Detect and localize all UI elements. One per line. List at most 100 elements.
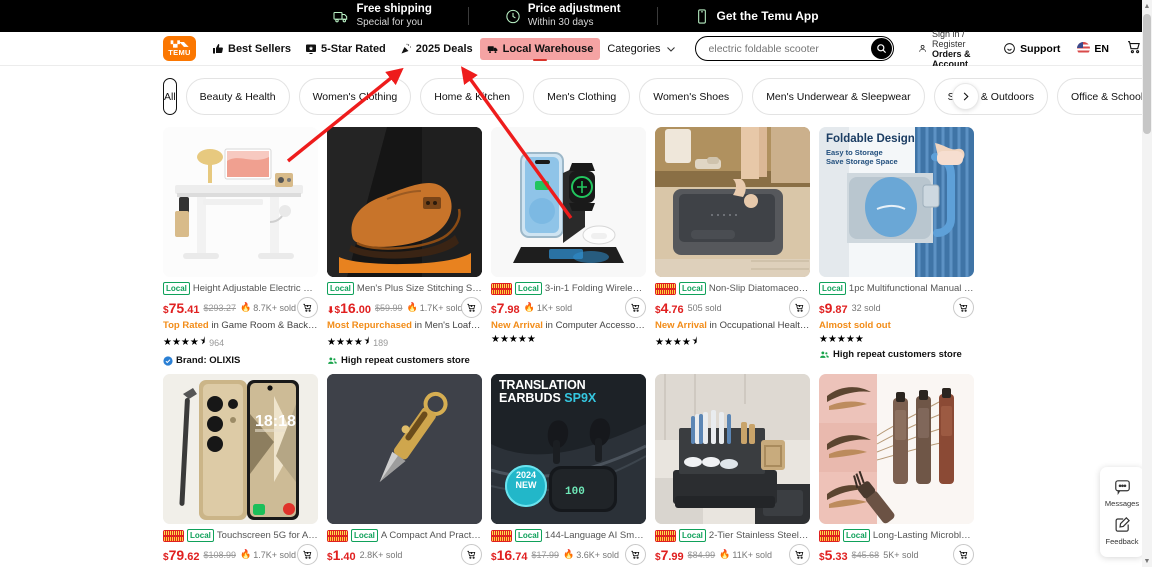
cart-plus-icon: [959, 303, 968, 312]
chat-bubble-icon: [1114, 480, 1130, 496]
page-scrollbar[interactable]: ▲ ▼: [1142, 0, 1152, 567]
product-card[interactable]: Local Men's Plus Size Stitching Slip-On …: [327, 127, 482, 366]
product-price-row: ⬇$16.00 $59.99 🔥 1.7K+ sold: [327, 297, 482, 318]
product-card[interactable]: 100 TRANSLATION EARBUDS SP9X 2024 NEW Lo…: [491, 374, 646, 565]
product-tagline: New Arrival in Computer Accessories: [491, 320, 646, 331]
product-title-row: Local A Compact And Practical Mi...: [327, 529, 482, 542]
category-chip-mens-clothing[interactable]: Men's Clothing: [533, 78, 631, 115]
product-card[interactable]: Foldable Design Easy to Storage Save Sto…: [819, 127, 974, 366]
svg-text:100: 100: [565, 486, 585, 498]
product-image-dish-rack[interactable]: [655, 374, 810, 524]
nav-item-best-sellers[interactable]: Best Sellers: [205, 38, 298, 60]
messages-button[interactable]: Messages: [1100, 474, 1144, 512]
product-card[interactable]: Local Non-Slip Diatomaceous Eart... $4.7…: [655, 127, 810, 366]
temu-logo[interactable]: ▚▞◥◣ TEMU: [163, 36, 196, 61]
account-signin-label: Sign in / Register: [932, 28, 966, 49]
search-input[interactable]: [708, 42, 879, 55]
add-to-cart-button[interactable]: [297, 544, 318, 565]
product-card[interactable]: Local A Compact And Practical Mi... $1.4…: [327, 374, 482, 565]
category-chip-home-kitchen[interactable]: Home & Kitchen: [420, 78, 525, 115]
product-card[interactable]: 18:18 Local Touchscreen 5G for Android..…: [163, 374, 318, 565]
feedback-pencil-icon: [1115, 516, 1130, 532]
topbar-item-free-shipping[interactable]: Free shipping Special for you: [297, 0, 467, 32]
add-to-cart-button[interactable]: [789, 297, 810, 318]
product-title: Height Adjustable Electric Standing ...: [192, 283, 318, 294]
nav-label: 2025 Deals: [415, 42, 473, 55]
product-price-row: $7.99 $84.99 🔥 11K+ sold: [655, 544, 810, 565]
cart-plus-icon: [467, 550, 476, 559]
category-chip-office-school-supplies[interactable]: Office & School Supplies: [1056, 78, 1152, 115]
cart-button[interactable]: [1126, 39, 1142, 58]
category-chip-all[interactable]: All: [163, 78, 177, 115]
category-chip-sports-outdoors[interactable]: Sports & Outdoors: [933, 78, 1048, 115]
price-drop-icon: ⬇: [327, 304, 335, 315]
category-chip-womens-shoes[interactable]: Women's Shoes: [639, 78, 744, 115]
add-to-cart-button[interactable]: [953, 297, 974, 318]
smartphone-art: 18:18: [163, 374, 318, 524]
account-menu[interactable]: Sign in / Register Orders & Account: [918, 29, 986, 69]
product-old-price: $45.68: [851, 549, 880, 560]
product-card[interactable]: Local 2-Tier Stainless Steel SOQO ... $7…: [655, 374, 810, 565]
review-count: 964: [209, 337, 225, 348]
header-right-actions: Sign in / Register Orders & Account Supp…: [918, 29, 1142, 69]
product-image-standing-desk[interactable]: [163, 127, 318, 277]
product-sold-count: 🔥 1.7K+ sold: [406, 302, 463, 313]
product-card[interactable]: Local 3-in-1 Folding Wireless Cha... $7.…: [491, 127, 646, 366]
add-to-cart-button[interactable]: [789, 544, 810, 565]
local-badge: Local: [351, 529, 378, 542]
product-image-diatomaceous-mat[interactable]: [655, 127, 810, 277]
product-image-brass-knife[interactable]: [327, 374, 482, 524]
add-to-cart-button[interactable]: [953, 544, 974, 565]
add-to-cart-button[interactable]: [461, 297, 482, 318]
product-sold-count: 🔥 3.6K+ sold: [562, 549, 619, 560]
product-image-translation-earbuds[interactable]: 100 TRANSLATION EARBUDS SP9X 2024 NEW: [491, 374, 646, 524]
product-price: $1.40: [327, 546, 356, 563]
topbar-item-price-adjustment[interactable]: Price adjustment Within 30 days: [469, 0, 657, 32]
category-chip-womens-clothing[interactable]: Women's Clothing: [298, 78, 412, 115]
add-to-cart-button[interactable]: [297, 297, 318, 318]
support-menu[interactable]: Support: [1003, 42, 1060, 55]
feedback-button[interactable]: Feedback: [1100, 512, 1144, 550]
nav-item-local-warehouse[interactable]: Local Warehouse: [479, 37, 601, 60]
nav-label: Local Warehouse: [502, 42, 594, 55]
product-image-leather-shoe[interactable]: [327, 127, 482, 277]
add-to-cart-button[interactable]: [461, 544, 482, 565]
scroll-up-arrow[interactable]: ▲: [1143, 1, 1151, 11]
product-grid: Local Height Adjustable Electric Standin…: [0, 127, 1000, 567]
scroll-down-arrow[interactable]: ▼: [1143, 556, 1151, 566]
product-title: 144-Language AI Smart Ear...: [544, 530, 646, 541]
product-price-row: $9.87 32 sold: [819, 297, 974, 318]
add-to-cart-button[interactable]: [625, 297, 646, 318]
product-rating: ★★★★ ⯨: [655, 336, 698, 348]
scrollbar-thumb[interactable]: [1143, 14, 1151, 134]
product-title: Non-Slip Diatomaceous Eart...: [708, 283, 810, 294]
search-bar[interactable]: [694, 36, 894, 61]
nav-item-5-star-rated[interactable]: 5-Star Rated: [298, 38, 393, 60]
category-chip-mens-underwear-sleepwear[interactable]: Men's Underwear & Sleepwear: [752, 78, 925, 115]
category-chip-beauty-health[interactable]: Beauty & Health: [185, 78, 290, 115]
leather-shoe-art: [327, 127, 482, 277]
nav-item-2025-deals[interactable]: 2025 Deals: [393, 38, 480, 60]
product-image-smartphone[interactable]: 18:18: [163, 374, 318, 524]
category-next-button[interactable]: [952, 83, 979, 110]
product-card[interactable]: Local Height Adjustable Electric Standin…: [163, 127, 318, 366]
product-title: Long-Lasting Microblading ...: [872, 530, 974, 541]
product-sold-count: 5K+ sold: [883, 549, 919, 560]
search-button[interactable]: [870, 38, 892, 59]
topbar-item-get-app[interactable]: Get the Temu App: [658, 0, 855, 32]
product-card[interactable]: Local Long-Lasting Microblading ... $5.3…: [819, 374, 974, 565]
product-price-row: $4.76 505 sold: [655, 297, 810, 318]
add-to-cart-button[interactable]: [625, 544, 646, 565]
nav-item-categories[interactable]: Categories: [600, 38, 683, 60]
chevron-right-icon: [963, 92, 969, 101]
language-label: EN: [1094, 42, 1109, 55]
product-image-foldable-basket[interactable]: Foldable Design Easy to Storage Save Sto…: [819, 127, 974, 277]
product-title: 3-in-1 Folding Wireless Cha...: [544, 283, 646, 294]
verified-badge-icon: [163, 355, 173, 366]
language-selector[interactable]: EN: [1077, 42, 1109, 55]
brand-label: Brand: OLIXIS: [176, 355, 241, 366]
product-image-brow-pens[interactable]: [819, 374, 974, 524]
chip-label: Men's Underwear & Sleepwear: [766, 90, 911, 103]
product-image-wireless-charger[interactable]: [491, 127, 646, 277]
svg-text:18:18: 18:18: [255, 413, 296, 430]
